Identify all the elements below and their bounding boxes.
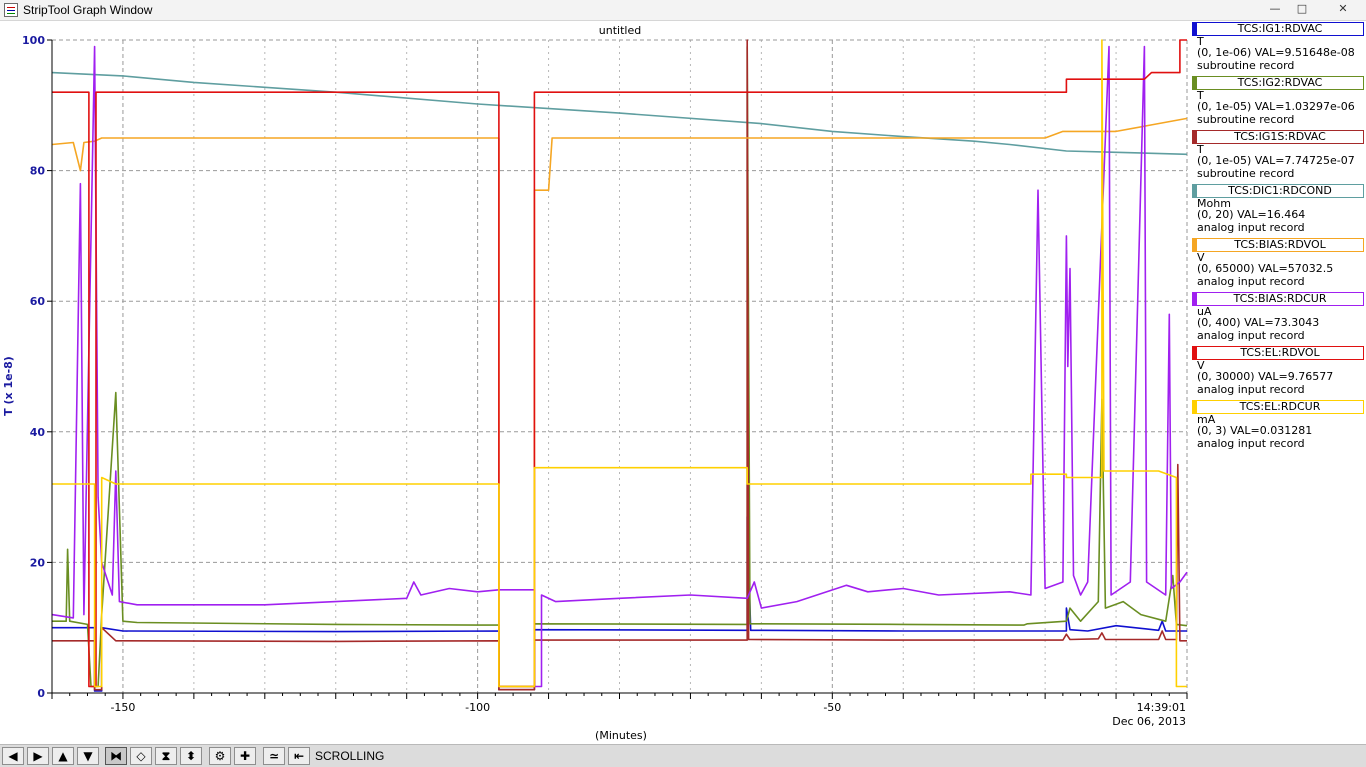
- legend-entry[interactable]: TCS:DIC1:RDCOND Mohm (0, 20) VAL=16.464 ana…: [1192, 184, 1366, 238]
- legend-range-value: (0, 20) VAL=16.464: [1197, 208, 1306, 221]
- legend-panel: TCS:IG1:RDVAC T (0, 1e-06) VAL=9.51648e-08…: [1192, 22, 1366, 452]
- legend-signal-name[interactable]: TCS:DIC1:RDCOND: [1192, 184, 1364, 198]
- maximize-button[interactable]: □: [1291, 1, 1313, 17]
- minimize-button[interactable]: —: [1264, 1, 1286, 17]
- scroll-mode-button[interactable]: ⇤: [288, 747, 310, 765]
- legend-signal-name[interactable]: TCS:BIAS:RDCUR: [1192, 292, 1364, 306]
- toolbar: SCROLLING ◀ ▶ ▲ ▼ ⧓ ◇ ⧗ ⬍ ⚙ ✚ ≃ ⇤: [0, 744, 1366, 767]
- x-axis-label: (Minutes): [595, 729, 647, 742]
- y-tick-label: 40: [30, 426, 46, 439]
- timestamp-time: 14:39:01: [1137, 701, 1186, 714]
- legend-entry[interactable]: TCS:BIAS:RDCUR uA (0, 400) VAL=73.3043 anal…: [1192, 292, 1366, 346]
- scroll-mode-icon: ⇤: [293, 749, 305, 763]
- legend-record-type: subroutine record: [1197, 167, 1295, 180]
- zoom-in-x-button[interactable]: ⧓: [105, 747, 127, 765]
- auto-scale-icon: ≃: [268, 749, 280, 763]
- legend-range-value: (0, 1e-06) VAL=9.51648e-08: [1197, 46, 1355, 59]
- strip-chart[interactable]: 0 20 40 60 80 100 -150 -100 -50 untitled T (x 1e…: [0, 21, 1190, 743]
- app-icon: [4, 3, 18, 17]
- legend-range-value: (0, 30000) VAL=9.76577: [1197, 370, 1334, 383]
- legend-entry[interactable]: TCS:EL:RDVOL V (0, 30000) VAL=9.76577 analo…: [1192, 346, 1366, 400]
- legend-range-value: (0, 1e-05) VAL=7.74725e-07: [1197, 154, 1355, 167]
- arrow-right-button[interactable]: ▶: [27, 747, 49, 765]
- legend-signal-name[interactable]: TCS:IG1S:RDVAC: [1192, 130, 1364, 144]
- arrow-down-button[interactable]: ▼: [77, 747, 99, 765]
- add-icon: ✚: [239, 749, 251, 763]
- legend-range-value: (0, 1e-05) VAL=1.03297e-06: [1197, 100, 1355, 113]
- config-button[interactable]: ⚙: [209, 747, 231, 765]
- legend-record-type: subroutine record: [1197, 59, 1295, 72]
- y-tick-label: 20: [30, 556, 46, 569]
- zoom-out-x-button[interactable]: ◇: [130, 747, 152, 765]
- x-tick-label: -150: [110, 701, 135, 714]
- legend-signal-name[interactable]: TCS:IG1:RDVAC: [1192, 22, 1364, 36]
- zoom-out-y-icon: ⬍: [185, 749, 197, 763]
- title-bar: StripTool Graph Window — □ ✕: [0, 0, 1366, 21]
- close-button[interactable]: ✕: [1330, 1, 1356, 17]
- config-icon: ⚙: [214, 749, 226, 763]
- legend-range-value: (0, 400) VAL=73.3043: [1197, 316, 1320, 329]
- x-tick-label: -100: [465, 701, 490, 714]
- legend-entry[interactable]: TCS:BIAS:RDVOL V (0, 65000) VAL=57032.5 ana…: [1192, 238, 1366, 292]
- arrow-right-icon: ▶: [33, 749, 43, 763]
- legend-record-type: analog input record: [1197, 275, 1305, 288]
- y-tick-label: 60: [30, 295, 46, 308]
- arrow-left-button[interactable]: ◀: [2, 747, 24, 765]
- zoom-in-y-button[interactable]: ⧗: [155, 747, 177, 765]
- legend-record-type: analog input record: [1197, 329, 1305, 342]
- legend-signal-name[interactable]: TCS:BIAS:RDVOL: [1192, 238, 1364, 252]
- legend-record-type: subroutine record: [1197, 113, 1295, 126]
- y-axis-label: T (x 1e-8): [2, 356, 15, 416]
- legend-range-value: (0, 65000) VAL=57032.5: [1197, 262, 1334, 275]
- window-title: StripTool Graph Window: [23, 3, 153, 17]
- arrow-up-button[interactable]: ▲: [52, 747, 74, 765]
- legend-record-type: analog input record: [1197, 437, 1305, 450]
- y-tick-label: 100: [22, 34, 45, 47]
- mode-label: SCROLLING: [315, 749, 385, 763]
- legend-entry[interactable]: TCS:IG1:RDVAC T (0, 1e-06) VAL=9.51648e-08…: [1192, 22, 1366, 76]
- legend-entry[interactable]: TCS:EL:RDCUR mA (0, 3) VAL=0.031281 analog …: [1192, 400, 1366, 454]
- arrow-up-icon: ▲: [58, 749, 68, 763]
- zoom-out-x-icon: ◇: [136, 749, 146, 763]
- add-button[interactable]: ✚: [234, 747, 256, 765]
- arrow-left-icon: ◀: [8, 749, 18, 763]
- timestamp-date: Dec 06, 2013: [1112, 715, 1186, 728]
- legend-record-type: analog input record: [1197, 383, 1305, 396]
- x-tick-label: -50: [823, 701, 841, 714]
- legend-signal-name[interactable]: TCS:EL:RDCUR: [1192, 400, 1364, 414]
- legend-signal-name[interactable]: TCS:IG2:RDVAC: [1192, 76, 1364, 90]
- arrow-down-icon: ▼: [83, 749, 93, 763]
- auto-scale-button[interactable]: ≃: [263, 747, 285, 765]
- zoom-in-x-icon: ⧓: [110, 749, 122, 763]
- legend-record-type: analog input record: [1197, 221, 1305, 234]
- legend-range-value: (0, 3) VAL=0.031281: [1197, 424, 1313, 437]
- y-tick-label: 80: [30, 165, 46, 178]
- plot-title: untitled: [599, 24, 641, 37]
- legend-entry[interactable]: TCS:IG1S:RDVAC T (0, 1e-05) VAL=7.74725e-0…: [1192, 130, 1366, 184]
- zoom-in-y-icon: ⧗: [161, 749, 171, 763]
- legend-entry[interactable]: TCS:IG2:RDVAC T (0, 1e-05) VAL=1.03297e-06…: [1192, 76, 1366, 130]
- plot-background: [0, 21, 1190, 743]
- y-tick-label: 0: [37, 687, 45, 700]
- zoom-out-y-button[interactable]: ⬍: [180, 747, 202, 765]
- legend-signal-name[interactable]: TCS:EL:RDVOL: [1192, 346, 1364, 360]
